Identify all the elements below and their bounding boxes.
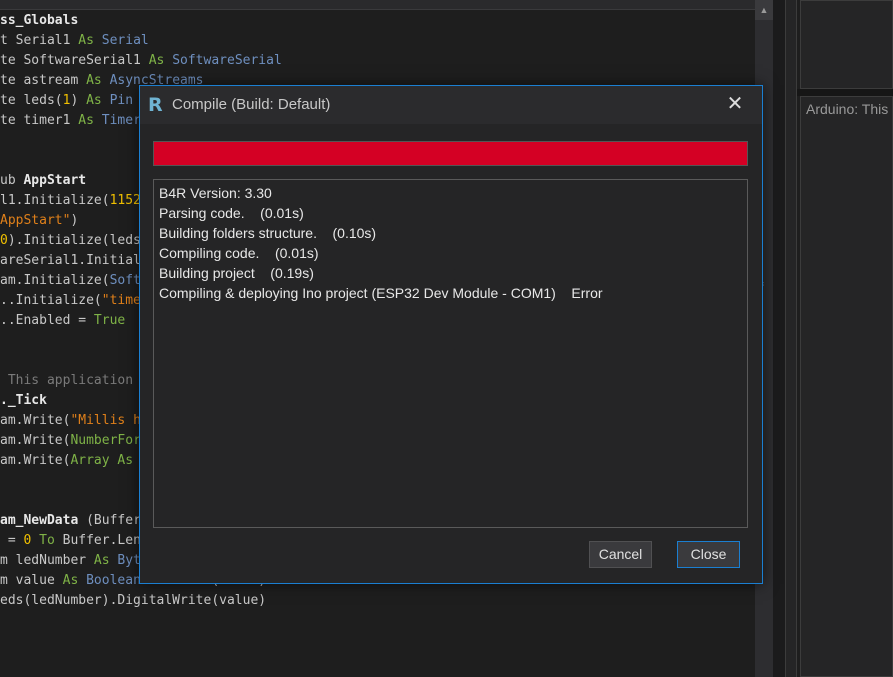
code-token: This application bbox=[0, 373, 134, 388]
code-token: am.Write( bbox=[0, 413, 71, 428]
code-token: True bbox=[93, 313, 126, 328]
code-token: (Buffer bbox=[78, 513, 141, 528]
logs-text: Arduino: This bbox=[806, 101, 889, 117]
code-token: Pin bbox=[101, 93, 134, 108]
code-token: SoftwareSerial bbox=[164, 53, 282, 68]
code-token: As bbox=[86, 93, 102, 108]
code-token: te leds( bbox=[0, 93, 63, 108]
scroll-up-arrow-icon[interactable]: ▲ bbox=[755, 0, 773, 20]
compile-dialog: R Compile (Build: Default) ✕ B4R Version… bbox=[139, 85, 763, 584]
code-line: te SoftwareSerial1 As SoftwareSerial bbox=[0, 51, 755, 71]
compile-log: B4R Version: 3.30 Parsing code. (0.01s) Bu… bbox=[153, 179, 748, 528]
progress-fill bbox=[154, 142, 747, 165]
code-token: ..Enabled = bbox=[0, 313, 94, 328]
code-token: 0 bbox=[0, 233, 8, 248]
code-token: As bbox=[148, 53, 165, 68]
right-top-panel bbox=[800, 0, 893, 89]
logs-panel: Arduino: This bbox=[800, 96, 893, 677]
code-token: Boolean bbox=[78, 573, 141, 588]
code-token: To bbox=[31, 533, 55, 548]
dialog-title-bar[interactable]: R Compile (Build: Default) ✕ bbox=[140, 86, 762, 124]
code-token: As bbox=[78, 33, 94, 48]
editor-tab-strip bbox=[0, 0, 755, 10]
code-token: AppStart bbox=[23, 173, 87, 188]
b4r-logo-icon: R bbox=[148, 94, 163, 116]
code-token: am_NewData bbox=[0, 513, 79, 528]
code-token: m value bbox=[0, 573, 63, 588]
log-line: Building folders structure. (0.10s) bbox=[159, 225, 377, 241]
log-line: Compiling & deploying Ino project (ESP32… bbox=[159, 285, 603, 301]
log-line: Parsing code. (0.01s) bbox=[159, 205, 304, 221]
code-token: As bbox=[93, 553, 110, 568]
code-token: eds(ledNumber).DigitalWrite(value) bbox=[0, 593, 267, 608]
code-token: ub bbox=[0, 173, 24, 188]
log-line: B4R Version: 3.30 bbox=[159, 185, 272, 201]
code-token: l1.Initialize( bbox=[0, 193, 110, 208]
code-token: = bbox=[0, 533, 24, 548]
close-icon[interactable]: ✕ bbox=[724, 92, 746, 116]
progress-bar bbox=[153, 141, 748, 166]
cancel-button[interactable]: Cancel bbox=[589, 541, 652, 568]
code-token: ..Initialize( bbox=[0, 293, 102, 308]
code-token: ) bbox=[70, 213, 79, 228]
code-token: ) bbox=[70, 93, 87, 108]
code-token: ss_Globals bbox=[0, 13, 79, 28]
log-line: Compiling code. (0.01s) bbox=[159, 245, 319, 261]
code-line: eds(ledNumber).DigitalWrite(value) bbox=[0, 591, 755, 611]
code-token: Timer bbox=[93, 113, 141, 128]
code-token: ).Initialize(leds bbox=[7, 233, 141, 248]
code-token: am.Initialize( bbox=[0, 273, 110, 288]
log-line: Building project (0.19s) bbox=[159, 265, 314, 281]
dialog-title: Compile (Build: Default) bbox=[172, 96, 331, 113]
code-line: ss_Globals bbox=[0, 11, 755, 31]
code-token: As bbox=[78, 113, 94, 128]
code-token: Serial bbox=[93, 33, 149, 48]
code-token: te astream bbox=[0, 73, 87, 88]
code-token: ._Tick bbox=[0, 393, 47, 408]
code-token: AppStart" bbox=[0, 213, 71, 228]
code-token: te timer1 bbox=[0, 113, 79, 128]
panel-splitter[interactable] bbox=[797, 89, 893, 96]
code-token: t Serial1 bbox=[0, 33, 79, 48]
close-button[interactable]: Close bbox=[677, 541, 740, 568]
panel-separator bbox=[785, 0, 797, 677]
splitter[interactable] bbox=[773, 0, 785, 677]
code-token: Array As bbox=[70, 453, 134, 468]
code-token: As bbox=[62, 573, 79, 588]
code-token: m ledNumber bbox=[0, 553, 94, 568]
code-line: t Serial1 As Serial bbox=[0, 31, 755, 51]
code-token: am.Write( bbox=[0, 453, 71, 468]
code-token: am.Write( bbox=[0, 433, 71, 448]
code-token: As bbox=[86, 73, 102, 88]
code-token: te SoftwareSerial1 bbox=[0, 53, 149, 68]
